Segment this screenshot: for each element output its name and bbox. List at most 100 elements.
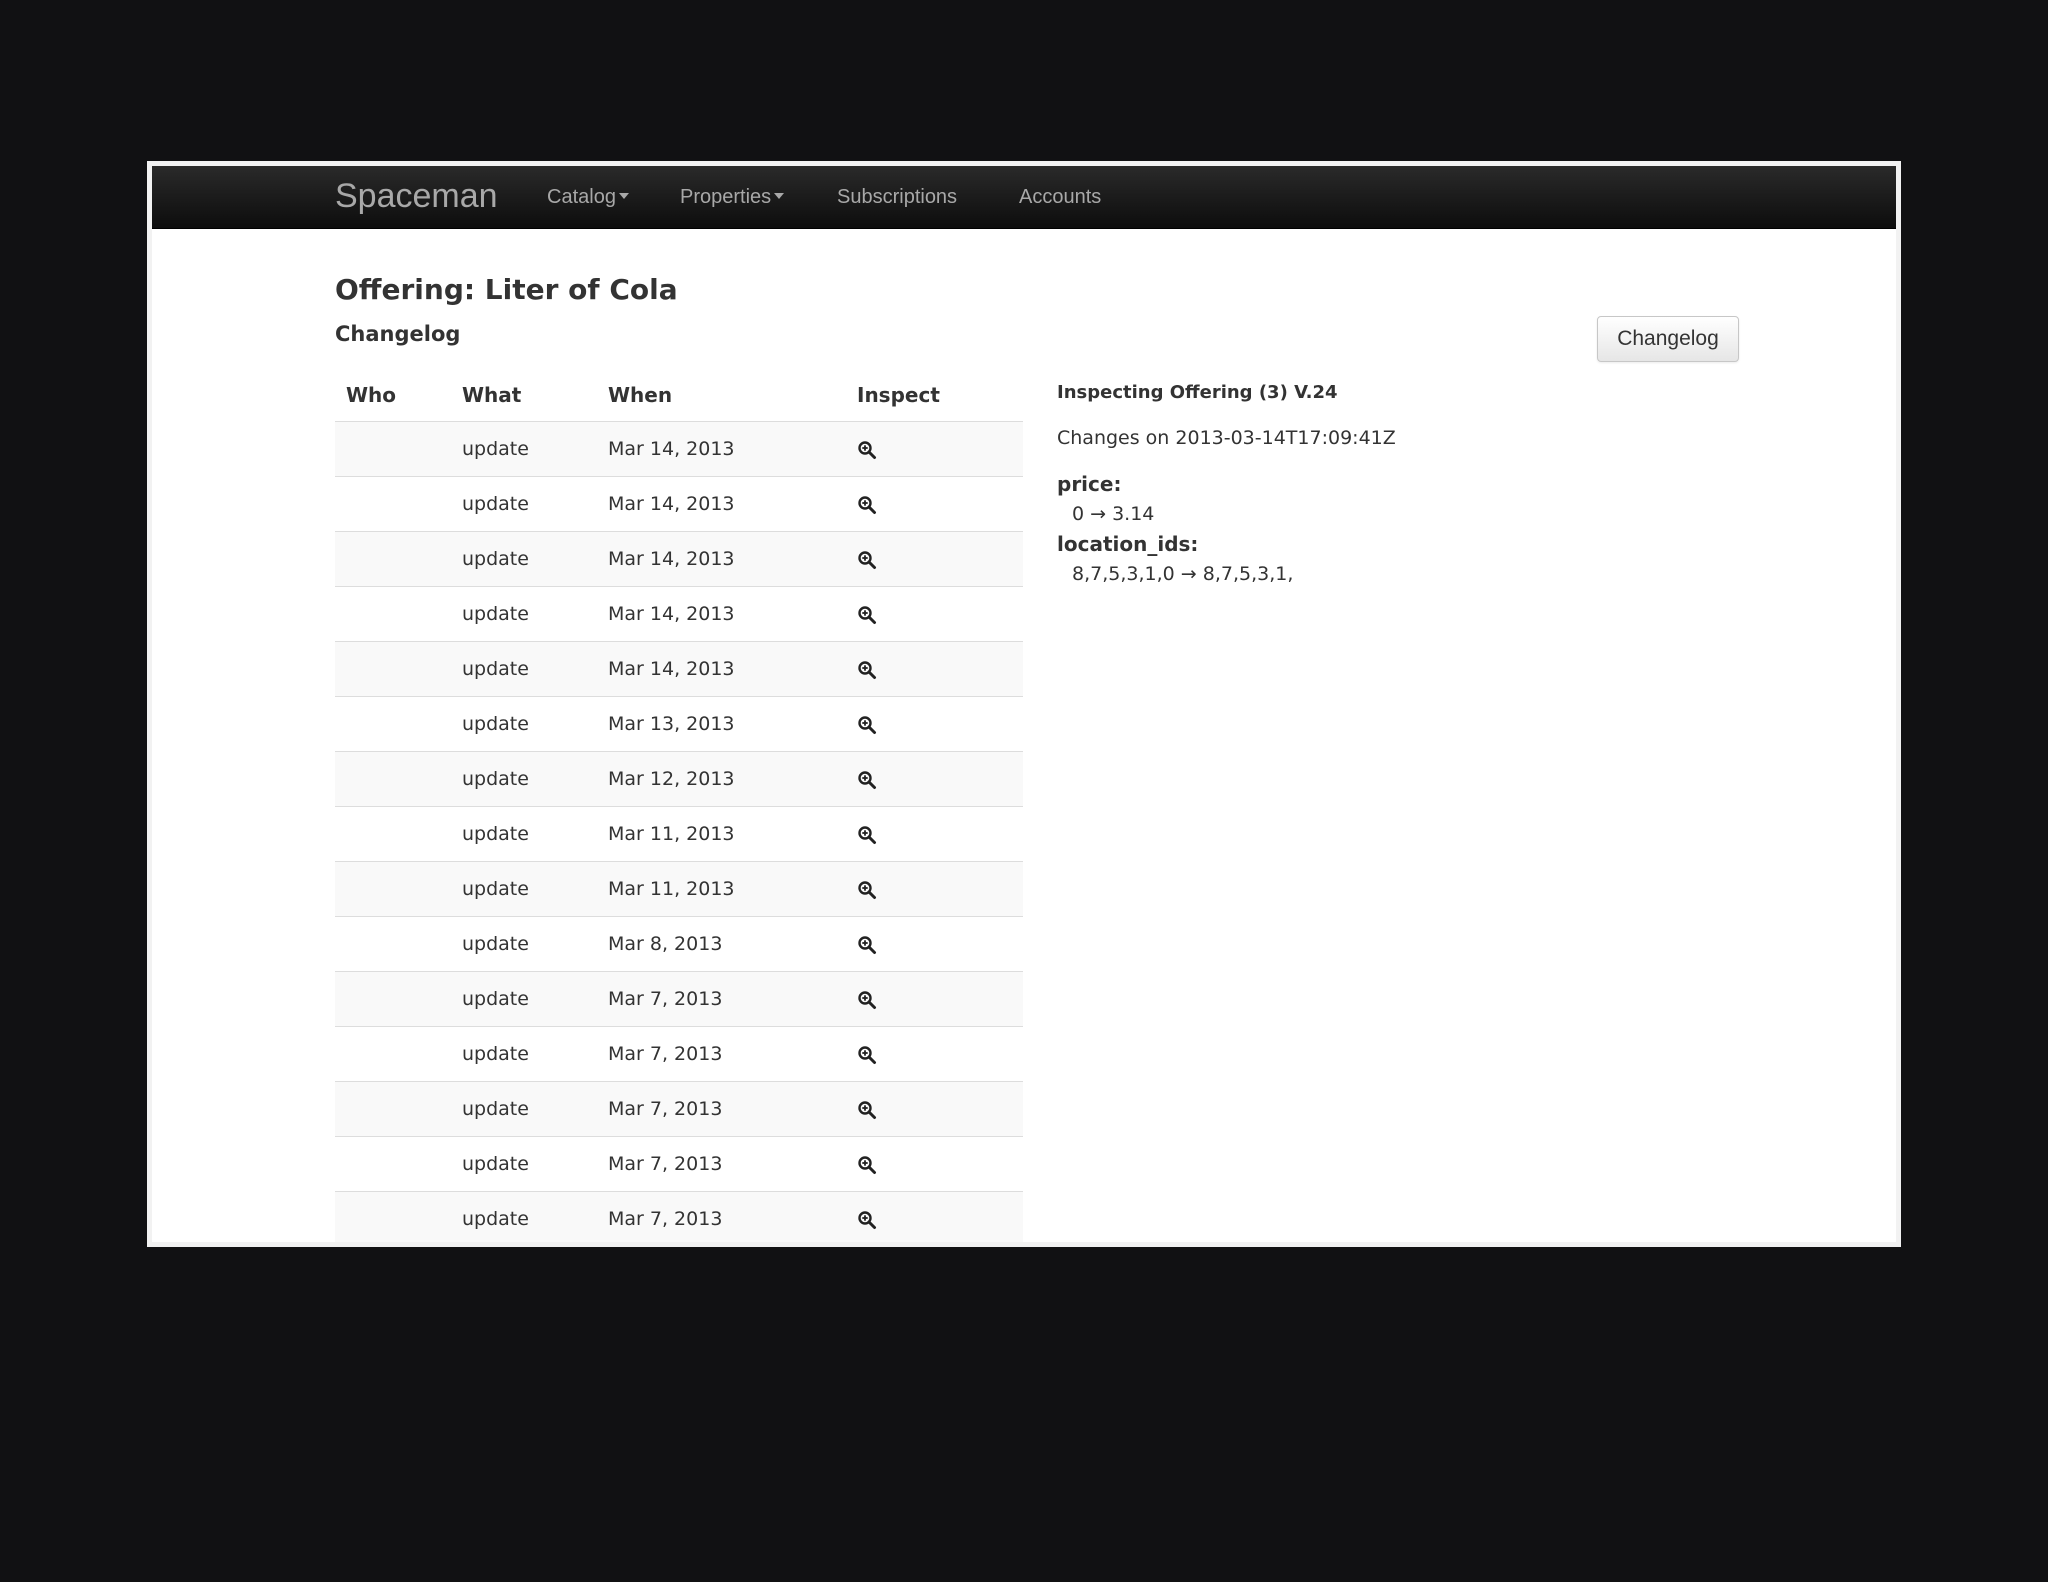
page-title: Offering: Liter of Cola [335,273,678,306]
cell-inspect [846,586,1023,642]
zoom-in-icon[interactable] [857,550,877,570]
table-row: update Mar 14, 2013 [335,586,1023,642]
changelog-button[interactable]: Changelog [1597,316,1739,362]
cell-when: Mar 11, 2013 [597,806,846,862]
table-row: update Mar 11, 2013 [335,861,1023,917]
cell-what: update [451,421,597,477]
zoom-in-icon[interactable] [857,1100,877,1120]
section-title: Changelog [335,322,461,346]
table-row: update Mar 7, 2013 [335,1081,1023,1137]
cell-who [335,1081,451,1137]
header-who: Who [335,368,451,422]
nav-subscriptions[interactable]: Subscriptions [837,183,957,211]
cell-who [335,861,451,917]
cell-when: Mar 7, 2013 [597,1026,846,1082]
cell-inspect [846,806,1023,862]
field-name-location-ids: location_ids: [1057,532,1199,556]
cell-when: Mar 12, 2013 [597,751,846,807]
cell-who [335,421,451,477]
table-header-row: Who What When Inspect [335,368,1023,422]
changes-timestamp: Changes on 2013-03-14T17:09:41Z [1057,427,1396,449]
cell-inspect [846,1081,1023,1137]
table-row: update Mar 7, 2013 [335,1136,1023,1192]
cell-what: update [451,1136,597,1192]
zoom-in-icon[interactable] [857,880,877,900]
table-row: update Mar 7, 2013 [335,1026,1023,1082]
cell-who [335,531,451,587]
cell-what: update [451,971,597,1027]
cell-who [335,751,451,807]
zoom-in-icon[interactable] [857,605,877,625]
table-row: update Mar 12, 2013 [335,751,1023,807]
caret-down-icon [774,193,785,200]
browser-window: Spaceman Catalog Properties Subscription… [147,161,1901,1247]
cell-inspect [846,421,1023,477]
zoom-in-icon[interactable] [857,1155,877,1175]
zoom-in-icon[interactable] [857,495,877,515]
table-row: update Mar 13, 2013 [335,696,1023,752]
cell-what: update [451,586,597,642]
cell-when: Mar 14, 2013 [597,586,846,642]
changelog-rows: update Mar 14, 2013 update Mar 14, 2013 upda… [335,421,1023,1242]
cell-who [335,641,451,697]
zoom-in-icon[interactable] [857,825,877,845]
cell-when: Mar 14, 2013 [597,531,846,587]
cell-inspect [846,861,1023,917]
table-row: update Mar 11, 2013 [335,806,1023,862]
zoom-in-icon[interactable] [857,935,877,955]
cell-inspect [846,916,1023,972]
cell-when: Mar 14, 2013 [597,421,846,477]
table-row: update Mar 7, 2013 [335,1191,1023,1242]
zoom-in-icon[interactable] [857,1045,877,1065]
cell-inspect [846,641,1023,697]
cell-who [335,586,451,642]
cell-what: update [451,1026,597,1082]
cell-inspect [846,1136,1023,1192]
cell-inspect [846,1191,1023,1242]
cell-what: update [451,1081,597,1137]
cell-when: Mar 11, 2013 [597,861,846,917]
cell-inspect [846,531,1023,587]
cell-who [335,1136,451,1192]
nav-accounts[interactable]: Accounts [1019,183,1101,211]
table-row: update Mar 14, 2013 [335,531,1023,587]
cell-when: Mar 7, 2013 [597,1191,846,1242]
cell-what: update [451,531,597,587]
cell-who [335,476,451,532]
cell-who [335,1191,451,1242]
cell-who [335,1026,451,1082]
cell-inspect [846,751,1023,807]
nav-properties-label: Properties [680,186,772,208]
cell-when: Mar 13, 2013 [597,696,846,752]
cell-who [335,971,451,1027]
cell-when: Mar 7, 2013 [597,1081,846,1137]
zoom-in-icon[interactable] [857,1210,877,1230]
cell-what: update [451,476,597,532]
cell-what: update [451,861,597,917]
cell-when: Mar 8, 2013 [597,916,846,972]
cell-what: update [451,751,597,807]
zoom-in-icon[interactable] [857,770,877,790]
zoom-in-icon[interactable] [857,990,877,1010]
table-row: update Mar 8, 2013 [335,916,1023,972]
cell-when: Mar 14, 2013 [597,476,846,532]
brand-logo[interactable]: Spaceman [335,174,498,218]
cell-what: update [451,806,597,862]
nav-catalog[interactable]: Catalog [547,183,629,211]
table-row: update Mar 7, 2013 [335,971,1023,1027]
cell-inspect [846,971,1023,1027]
nav-catalog-label: Catalog [547,186,616,208]
cell-when: Mar 14, 2013 [597,641,846,697]
cell-what: update [451,916,597,972]
table-row: update Mar 14, 2013 [335,476,1023,532]
nav-properties[interactable]: Properties [680,183,785,211]
cell-who [335,696,451,752]
header-inspect: Inspect [846,368,1023,422]
zoom-in-icon[interactable] [857,440,877,460]
cell-when: Mar 7, 2013 [597,1136,846,1192]
zoom-in-icon[interactable] [857,715,877,735]
navbar: Spaceman Catalog Properties Subscription… [152,166,1896,229]
cell-inspect [846,476,1023,532]
zoom-in-icon[interactable] [857,660,877,680]
table-row: update Mar 14, 2013 [335,421,1023,477]
